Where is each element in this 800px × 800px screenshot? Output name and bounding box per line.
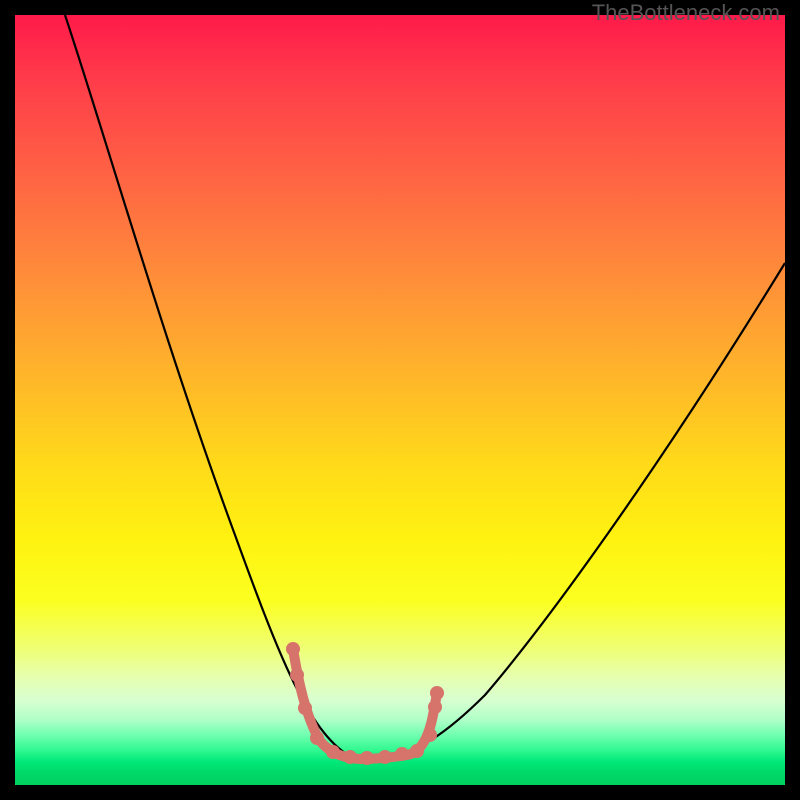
- chart-area: [15, 15, 785, 785]
- chart-svg: [15, 15, 785, 785]
- main-curve: [65, 15, 785, 759]
- highlight-dots: [286, 642, 444, 765]
- watermark-text: TheBottleneck.com: [592, 0, 780, 26]
